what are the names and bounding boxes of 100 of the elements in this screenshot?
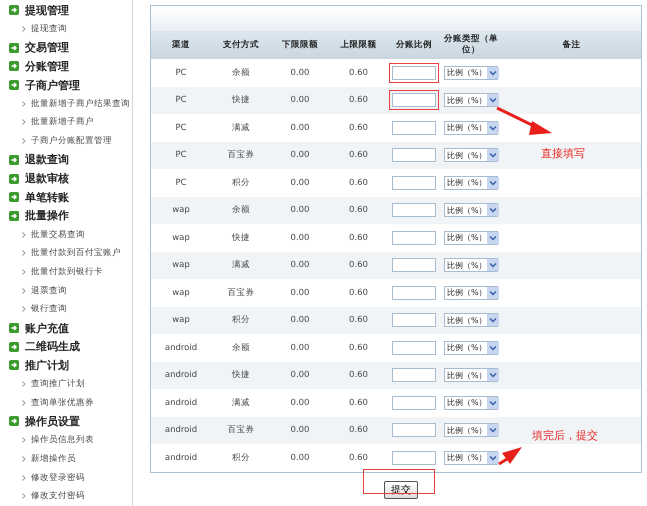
chevron-icon <box>22 138 26 144</box>
table-cell-text: 0.60 <box>348 178 369 188</box>
table-cell-text: 0.60 <box>348 95 369 106</box>
menu-section[interactable]: 分账管理 <box>25 58 69 74</box>
ratio-input[interactable] <box>392 286 436 300</box>
menu-section[interactable]: 子商户管理 <box>25 78 80 93</box>
type-select[interactable]: 比例（%） <box>444 396 498 410</box>
type-select[interactable]: 比例（%） <box>444 258 498 272</box>
menu-section[interactable]: 账户充值 <box>25 320 69 336</box>
menu-section[interactable]: 批量操作 <box>25 208 69 224</box>
menu-item[interactable]: 银行查询 <box>31 303 67 316</box>
menu-section[interactable]: 操作员设置 <box>25 414 80 429</box>
arrow-icon <box>9 192 19 202</box>
type-select[interactable]: 比例（%） <box>444 340 498 355</box>
type-select[interactable]: 比例（%） <box>444 313 498 328</box>
ratio-input[interactable] <box>392 340 436 355</box>
arrow-drawing <box>496 106 552 135</box>
ratio-input[interactable] <box>392 396 436 410</box>
chevron-icon <box>22 288 26 294</box>
column-header: 支付方式 <box>222 39 260 51</box>
table-cell-text: 满减 <box>231 396 251 409</box>
menu-item[interactable]: 批量新增子商户结果查询 <box>31 98 130 110</box>
table-cell-text: 0.00 <box>290 122 310 133</box>
table-cell-text: 0.60 <box>348 315 369 326</box>
table-cell-text: 0.00 <box>290 232 310 243</box>
menu-section[interactable]: 交易管理 <box>25 40 69 56</box>
menu-section[interactable]: 退款查询 <box>25 152 69 168</box>
type-select[interactable]: 比例（%） <box>444 203 498 218</box>
menu-item[interactable]: 批量新增子商户 <box>31 116 94 128</box>
type-select[interactable]: 比例（%） <box>444 286 498 300</box>
menu-item[interactable]: 子商户分账配置管理 <box>31 135 112 148</box>
table-cell-text: 0.60 <box>348 232 369 243</box>
type-select[interactable]: 比例（%） <box>444 176 498 190</box>
type-select[interactable]: 比例（%） <box>444 230 498 245</box>
table-cell-text: 满减 <box>231 122 251 134</box>
menu-item[interactable]: 退票查询 <box>31 284 67 297</box>
ratio-input[interactable] <box>392 368 436 382</box>
column-header: 分账类型（单位） <box>443 34 499 56</box>
ratio-input[interactable] <box>392 148 436 162</box>
ratio-input[interactable] <box>392 203 436 218</box>
type-select[interactable]: 比例（%） <box>444 423 498 438</box>
menu-item[interactable]: 批量付款到百付宝账户 <box>31 247 121 260</box>
ratio-input[interactable] <box>392 450 436 465</box>
chevron-icon <box>22 119 26 126</box>
table-cell-text: 0.00 <box>290 398 310 408</box>
type-select[interactable]: 比例（%） <box>444 368 498 382</box>
menu-item[interactable]: 查询推广计划 <box>31 378 85 390</box>
ratio-input[interactable] <box>392 176 436 190</box>
caret-icon <box>486 369 499 382</box>
ratio-input[interactable] <box>392 120 436 135</box>
menu-item[interactable]: 操作员信息列表 <box>31 434 94 446</box>
menu-item[interactable]: 批量交易查询 <box>31 228 85 241</box>
table-cell-text: 0.00 <box>290 342 310 353</box>
chevron-icon <box>22 456 26 462</box>
arrow-drawing <box>498 447 522 466</box>
type-select[interactable]: 比例（%） <box>444 120 498 135</box>
caret-icon <box>486 122 499 134</box>
ratio-input[interactable] <box>392 258 436 272</box>
menu-section[interactable]: 提现管理 <box>25 2 69 18</box>
arrow-icon <box>9 42 19 53</box>
menu-section[interactable]: 推广计划 <box>25 358 69 373</box>
table-cell-text: 0.00 <box>290 452 310 463</box>
table-cell-text: 0.60 <box>348 122 369 133</box>
table-cell-text: android <box>164 425 198 436</box>
table-cell-text: wap <box>171 315 191 326</box>
caret-icon <box>486 452 499 464</box>
menu-section[interactable]: 单笔转账 <box>25 190 69 205</box>
menu-section[interactable]: 二维码生成 <box>25 339 80 354</box>
table-cell-text: 0.00 <box>290 95 310 106</box>
caret-icon <box>486 424 499 436</box>
type-select[interactable]: 比例（%） <box>444 93 498 108</box>
caret-icon <box>486 232 499 244</box>
table-cell-text: 快捷 <box>230 94 251 106</box>
menu-item[interactable]: 查询单张优惠券 <box>31 396 94 409</box>
table-cell-text: PC <box>174 122 188 133</box>
menu-item[interactable]: 批量付款到银行卡 <box>31 266 103 278</box>
chevron-icon <box>22 26 26 32</box>
menu-item[interactable]: 新增操作员 <box>31 452 76 465</box>
ratio-input[interactable] <box>392 423 436 438</box>
table-cell-text: 0.00 <box>290 425 310 436</box>
type-select[interactable]: 比例（%） <box>444 66 498 80</box>
table-cell-text: 0.00 <box>290 68 310 78</box>
table-cell-text: wap <box>171 260 191 270</box>
menu-item[interactable]: 修改登录密码 <box>31 472 85 484</box>
caret-icon <box>486 314 499 326</box>
table-cell-text: PC <box>174 178 188 188</box>
arrow-icon <box>9 174 19 184</box>
annotation-text: 填完后，提交 <box>532 428 598 443</box>
ratio-input[interactable] <box>392 230 436 245</box>
table-cell-text: 百宝券 <box>226 424 256 436</box>
menu-section[interactable]: 退款审核 <box>25 171 69 186</box>
table-cell-text: 0.60 <box>348 205 369 216</box>
table-cell-text: 0.00 <box>290 370 310 380</box>
chevron-icon <box>22 474 26 481</box>
type-select[interactable]: 比例（%） <box>444 148 498 162</box>
type-select[interactable]: 比例（%） <box>444 450 498 465</box>
ratio-input[interactable] <box>392 313 436 328</box>
column-header: 上限限额 <box>340 39 378 51</box>
menu-item[interactable]: 提现查询 <box>31 23 67 36</box>
menu-item[interactable]: 修改支付密码 <box>31 490 85 502</box>
